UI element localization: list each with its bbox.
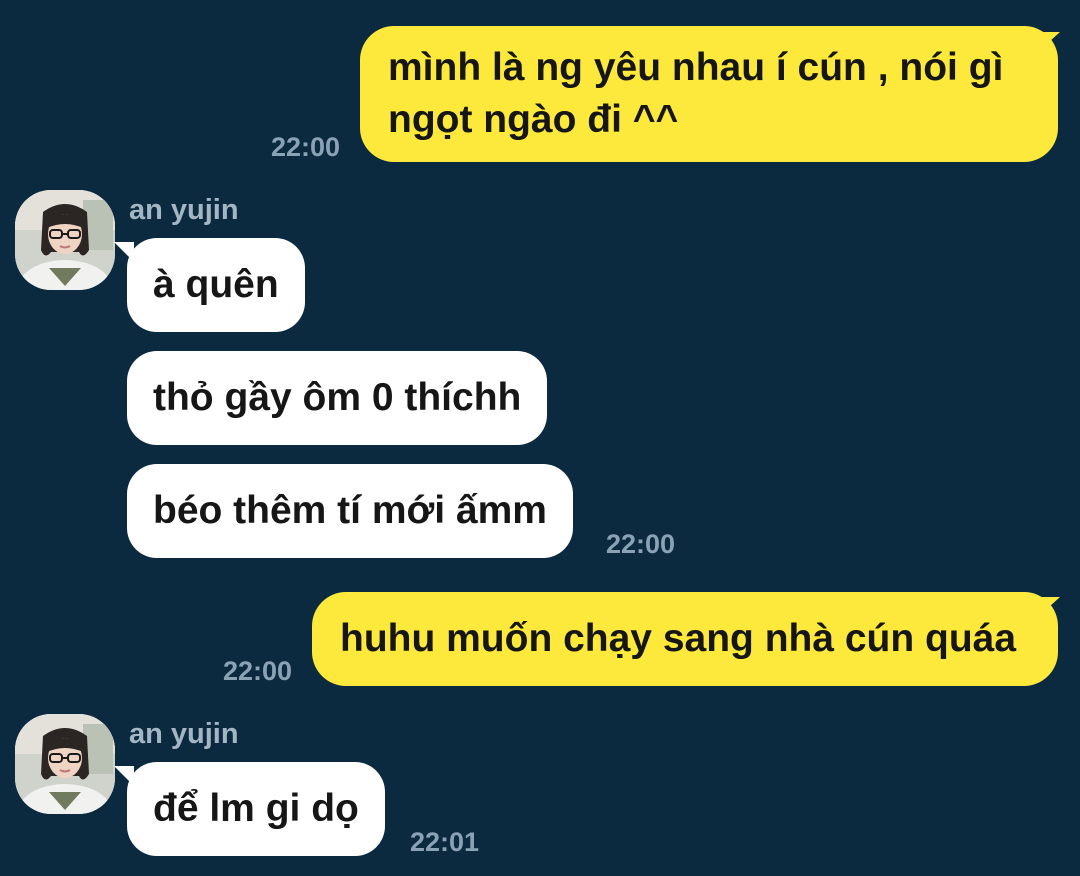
message-text: mình là ng yêu nhau í cún , nói gì ngọt … bbox=[388, 46, 1004, 141]
message-timestamp: 22:00 bbox=[271, 132, 341, 162]
message-text: béo thêm tí mới ấmm bbox=[153, 489, 547, 532]
outgoing-message-bubble[interactable]: mình là ng yêu nhau í cún , nói gì ngọt … bbox=[360, 26, 1058, 162]
message-text: huhu muốn chạy sang nhà cún quáa bbox=[340, 617, 1017, 660]
incoming-message-bubble[interactable]: à quên bbox=[127, 238, 305, 332]
avatar-image bbox=[15, 714, 115, 814]
contact-avatar[interactable] bbox=[15, 714, 115, 814]
incoming-message-bubble[interactable]: thỏ gầy ôm 0 thíchh bbox=[127, 351, 548, 445]
message-text: à quên bbox=[153, 263, 279, 306]
message-timestamp: 22:00 bbox=[223, 656, 293, 686]
message-timestamp: 22:00 bbox=[606, 529, 676, 559]
sender-name: an yujin bbox=[129, 718, 239, 750]
avatar-image bbox=[15, 190, 115, 290]
message-text: thỏ gầy ôm 0 thíchh bbox=[153, 376, 522, 419]
message-text: để lm gi dọ bbox=[153, 787, 359, 830]
sender-name: an yujin bbox=[129, 194, 239, 226]
incoming-message-bubble[interactable]: béo thêm tí mới ấmm bbox=[127, 464, 573, 558]
contact-avatar[interactable] bbox=[15, 190, 115, 290]
outgoing-message-bubble[interactable]: huhu muốn chạy sang nhà cún quáa bbox=[312, 592, 1058, 686]
message-timestamp: 22:01 bbox=[410, 827, 480, 857]
incoming-message-bubble[interactable]: để lm gi dọ bbox=[127, 762, 385, 856]
